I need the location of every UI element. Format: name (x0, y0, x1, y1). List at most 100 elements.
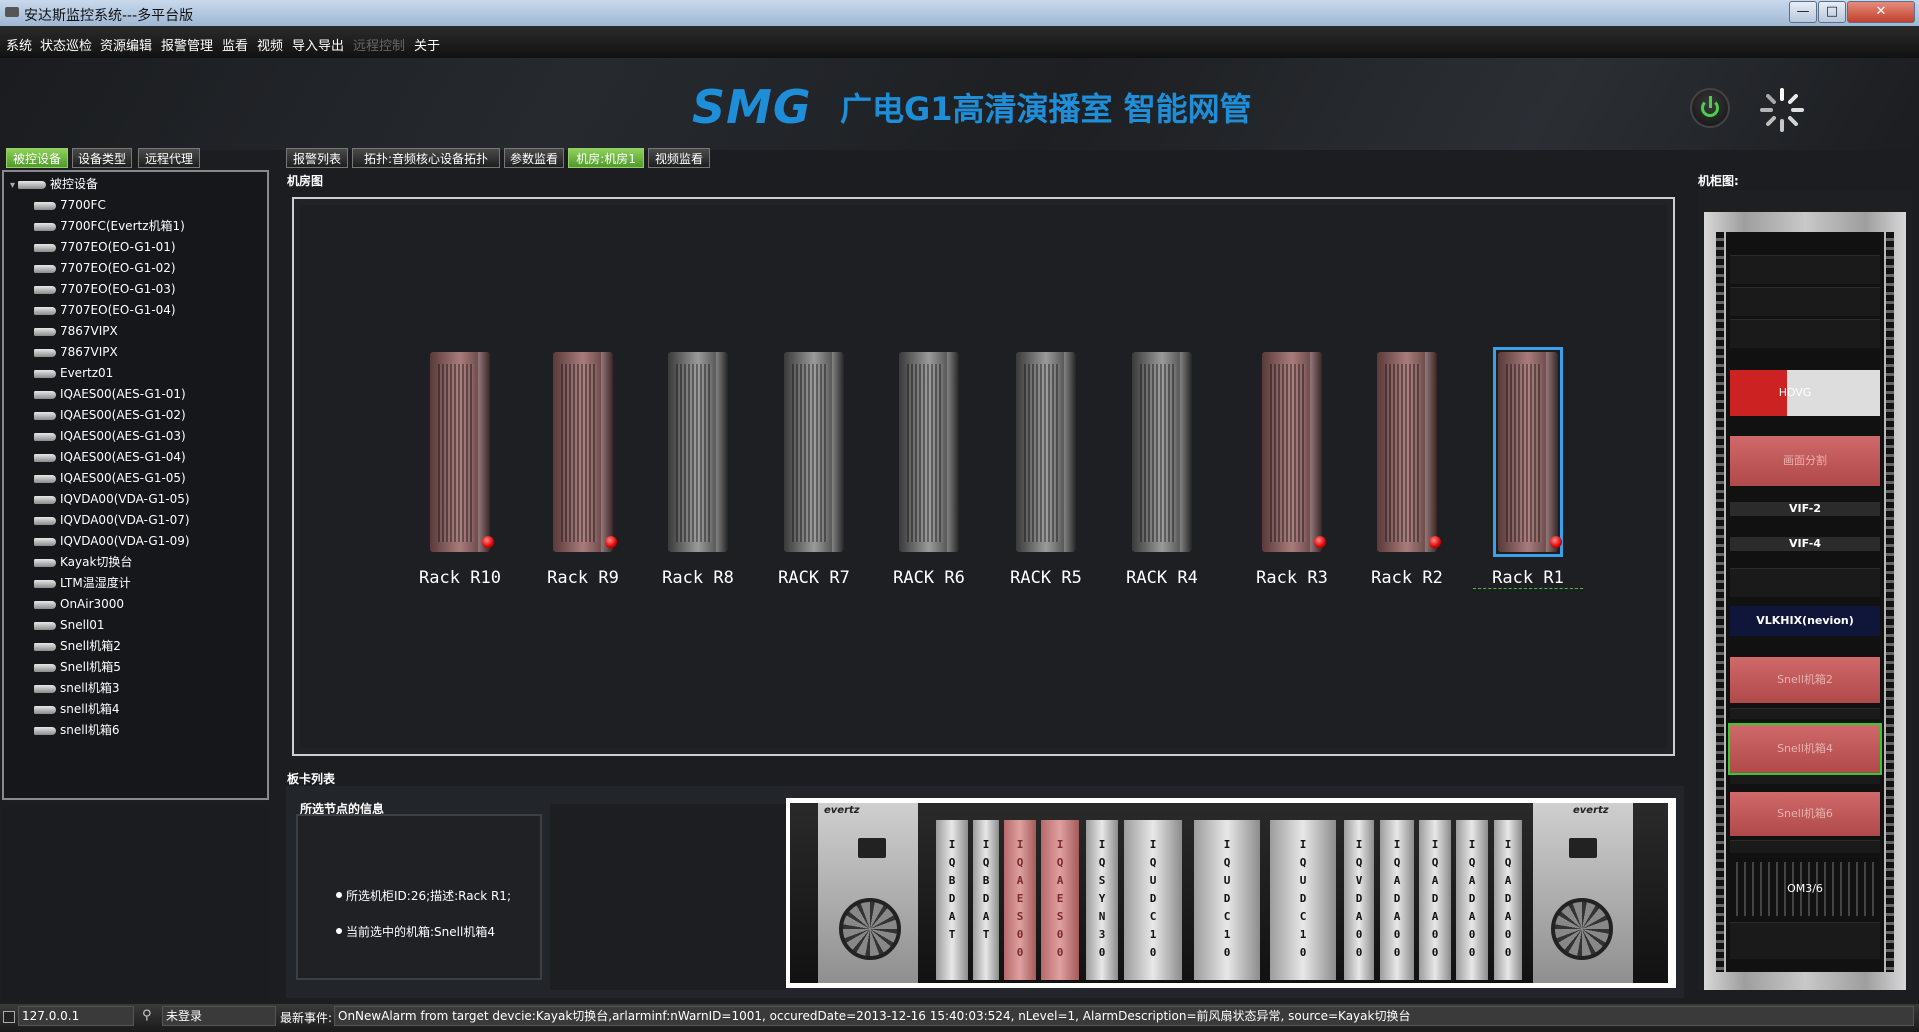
tree-root[interactable]: ▾ 被控设备 (10, 175, 98, 193)
tab-controlled-devices[interactable]: 被控设备 (6, 148, 68, 168)
rack-rack-r6[interactable] (899, 352, 959, 552)
tab-video-monitor[interactable]: 视频监看 (648, 148, 710, 168)
rack-label[interactable]: RACK R7 (759, 568, 869, 588)
tree-item-label: snell机箱3 (60, 681, 120, 695)
rack-label[interactable]: Rack R1 (1473, 568, 1583, 589)
menu-item-alarm-management[interactable]: 报警管理 (161, 35, 213, 54)
tree-item[interactable]: Snell机箱2 (34, 637, 121, 655)
cabinet-device-snell-6[interactable]: Snell机箱6 (1730, 792, 1880, 836)
tab-parameter-monitor[interactable]: 参数监看 (504, 148, 564, 168)
card-slot[interactable]: IQADA00 (1419, 820, 1451, 980)
tree-item[interactable]: 7707EO(EO-G1-01) (34, 238, 176, 256)
tab-topology[interactable]: 拓扑:音频核心设备拓扑 (352, 148, 500, 168)
tree-item[interactable]: IQVDA00(VDA-G1-09) (34, 532, 190, 550)
rack-rack-r2[interactable] (1377, 352, 1441, 552)
tree-item[interactable]: IQVDA00(VDA-G1-07) (34, 511, 190, 529)
tree-item[interactable]: 7707EO(EO-G1-02) (34, 259, 176, 277)
tree-item[interactable]: IQAES00(AES-G1-05) (34, 469, 186, 487)
card-slot[interactable]: IQBDAT (936, 820, 968, 980)
menu-item-import-export[interactable]: 导入导出 (292, 35, 344, 54)
tree-item[interactable]: IQAES00(AES-G1-02) (34, 406, 186, 424)
cabinet-device-hdvg[interactable]: HDVG (1730, 370, 1880, 416)
cabinet-device-snell-2[interactable]: Snell机箱2 (1730, 657, 1880, 703)
tree-item[interactable]: snell机箱4 (34, 700, 120, 718)
rack-rack-r7[interactable] (784, 352, 844, 552)
cabinet-device-snell-4[interactable]: Snell机箱4 (1728, 723, 1882, 775)
tree-item[interactable]: Snell机箱5 (34, 658, 121, 676)
rack-rack-r4[interactable] (1132, 352, 1192, 552)
rack-rack-r3[interactable] (1262, 352, 1326, 552)
evertz-logo: evertz (1573, 805, 1609, 816)
rack-rack-r5[interactable] (1016, 352, 1076, 552)
status-login: 未登录 (162, 1006, 276, 1026)
card-slot[interactable]: IQAES00 (1041, 820, 1079, 980)
menu-item-monitor[interactable]: 监看 (222, 35, 248, 54)
tree-item[interactable]: 7867VIPX (34, 343, 118, 361)
tree-item[interactable]: 7707EO(EO-G1-03) (34, 280, 176, 298)
tree-item[interactable]: IQAES00(AES-G1-01) (34, 385, 186, 403)
room-view-label: 机房图 (287, 174, 324, 188)
cabinet-rail-left (1716, 232, 1724, 972)
power-button[interactable] (1690, 88, 1730, 128)
tree-item[interactable]: LTM温湿度计 (34, 574, 131, 592)
rack-label[interactable]: RACK R4 (1107, 568, 1217, 588)
card-slot[interactable]: IQBDAT (973, 820, 999, 980)
card-slot[interactable]: IQUDC10 (1124, 820, 1182, 980)
tree-item[interactable]: Snell01 (34, 616, 105, 634)
device-icon (34, 726, 56, 735)
cabinet-device-vif-2[interactable]: VIF-2 (1730, 502, 1880, 516)
tab-alarm-list[interactable]: 报警列表 (286, 148, 348, 168)
tab-machine-room[interactable]: 机房:机房1 (568, 148, 644, 168)
tree-item[interactable]: OnAir3000 (34, 595, 124, 613)
cabinet-device-multiviewer[interactable]: 画面分割 (1730, 436, 1880, 486)
tree-item[interactable]: 7867VIPX (34, 322, 118, 340)
rack-label[interactable]: Rack R3 (1237, 568, 1347, 588)
tree-item-label: IQVDA00(VDA-G1-07) (60, 513, 190, 527)
tree-item[interactable]: 7700FC (34, 196, 106, 214)
cabinet-device-om3[interactable]: OM3/6 (1730, 862, 1880, 916)
menu-item-about[interactable]: 关于 (414, 35, 440, 54)
menu-item-resource-edit[interactable]: 资源编辑 (100, 35, 152, 54)
tree-item[interactable]: IQAES00(AES-G1-03) (34, 427, 186, 445)
card-slot[interactable]: IQADA00 (1494, 820, 1522, 980)
tree-item[interactable]: 7707EO(EO-G1-04) (34, 301, 176, 319)
cabinet-device-vlkhix[interactable]: VLKHIX(nevion) (1730, 606, 1880, 636)
rack-rack-r1[interactable] (1493, 347, 1563, 557)
rack-label[interactable]: Rack R9 (528, 568, 638, 588)
tree-item[interactable]: Evertz01 (34, 364, 113, 382)
tab-remote-agents[interactable]: 远程代理 (138, 148, 200, 168)
menu-item-video[interactable]: 视频 (257, 35, 283, 54)
device-icon (34, 306, 56, 315)
card-slot[interactable]: IQVDA00 (1344, 820, 1374, 980)
rack-rack-r8[interactable] (668, 352, 728, 552)
menu-item-inspection[interactable]: 状态巡检 (40, 35, 92, 54)
cabinet-empty-slot (1730, 708, 1880, 719)
rack-label[interactable]: RACK R5 (991, 568, 1101, 588)
card-slot[interactable]: IQUDC10 (1270, 820, 1336, 980)
tab-device-types[interactable]: 设备类型 (72, 148, 132, 168)
rack-rack-r10[interactable] (430, 352, 494, 552)
tree-item[interactable]: Kayak切换台 (34, 553, 132, 571)
rack-label[interactable]: Rack R10 (405, 568, 515, 588)
card-slot[interactable]: IQADA00 (1456, 820, 1488, 980)
rack-label[interactable]: Rack R2 (1352, 568, 1462, 588)
card-slot[interactable]: IQAES00 (1004, 820, 1036, 980)
device-icon (34, 411, 56, 420)
close-button[interactable]: ✕ (1847, 1, 1915, 23)
tree-item[interactable]: IQVDA00(VDA-G1-05) (34, 490, 190, 508)
tree-item[interactable]: snell机箱6 (34, 721, 120, 739)
rack-rack-r9[interactable] (553, 352, 617, 552)
rack-label[interactable]: RACK R6 (874, 568, 984, 588)
cabinet-device-vif-4[interactable]: VIF-4 (1730, 537, 1880, 551)
tree-item[interactable]: IQAES00(AES-G1-04) (34, 448, 186, 466)
rack-label[interactable]: Rack R8 (643, 568, 753, 588)
card-slot[interactable]: IQUDC10 (1194, 820, 1260, 980)
tree-item[interactable]: snell机箱3 (34, 679, 120, 697)
minimize-button[interactable]: — (1789, 1, 1817, 23)
tree-item[interactable]: 7700FC(Evertz机箱1) (34, 217, 185, 235)
maximize-button[interactable]: □ (1818, 1, 1846, 23)
user-icon: ⚲ (142, 1008, 152, 1023)
card-slot[interactable]: IQADA00 (1380, 820, 1414, 980)
menu-item-system[interactable]: 系统 (6, 35, 32, 54)
card-slot[interactable]: IQSYN30 (1086, 820, 1118, 980)
